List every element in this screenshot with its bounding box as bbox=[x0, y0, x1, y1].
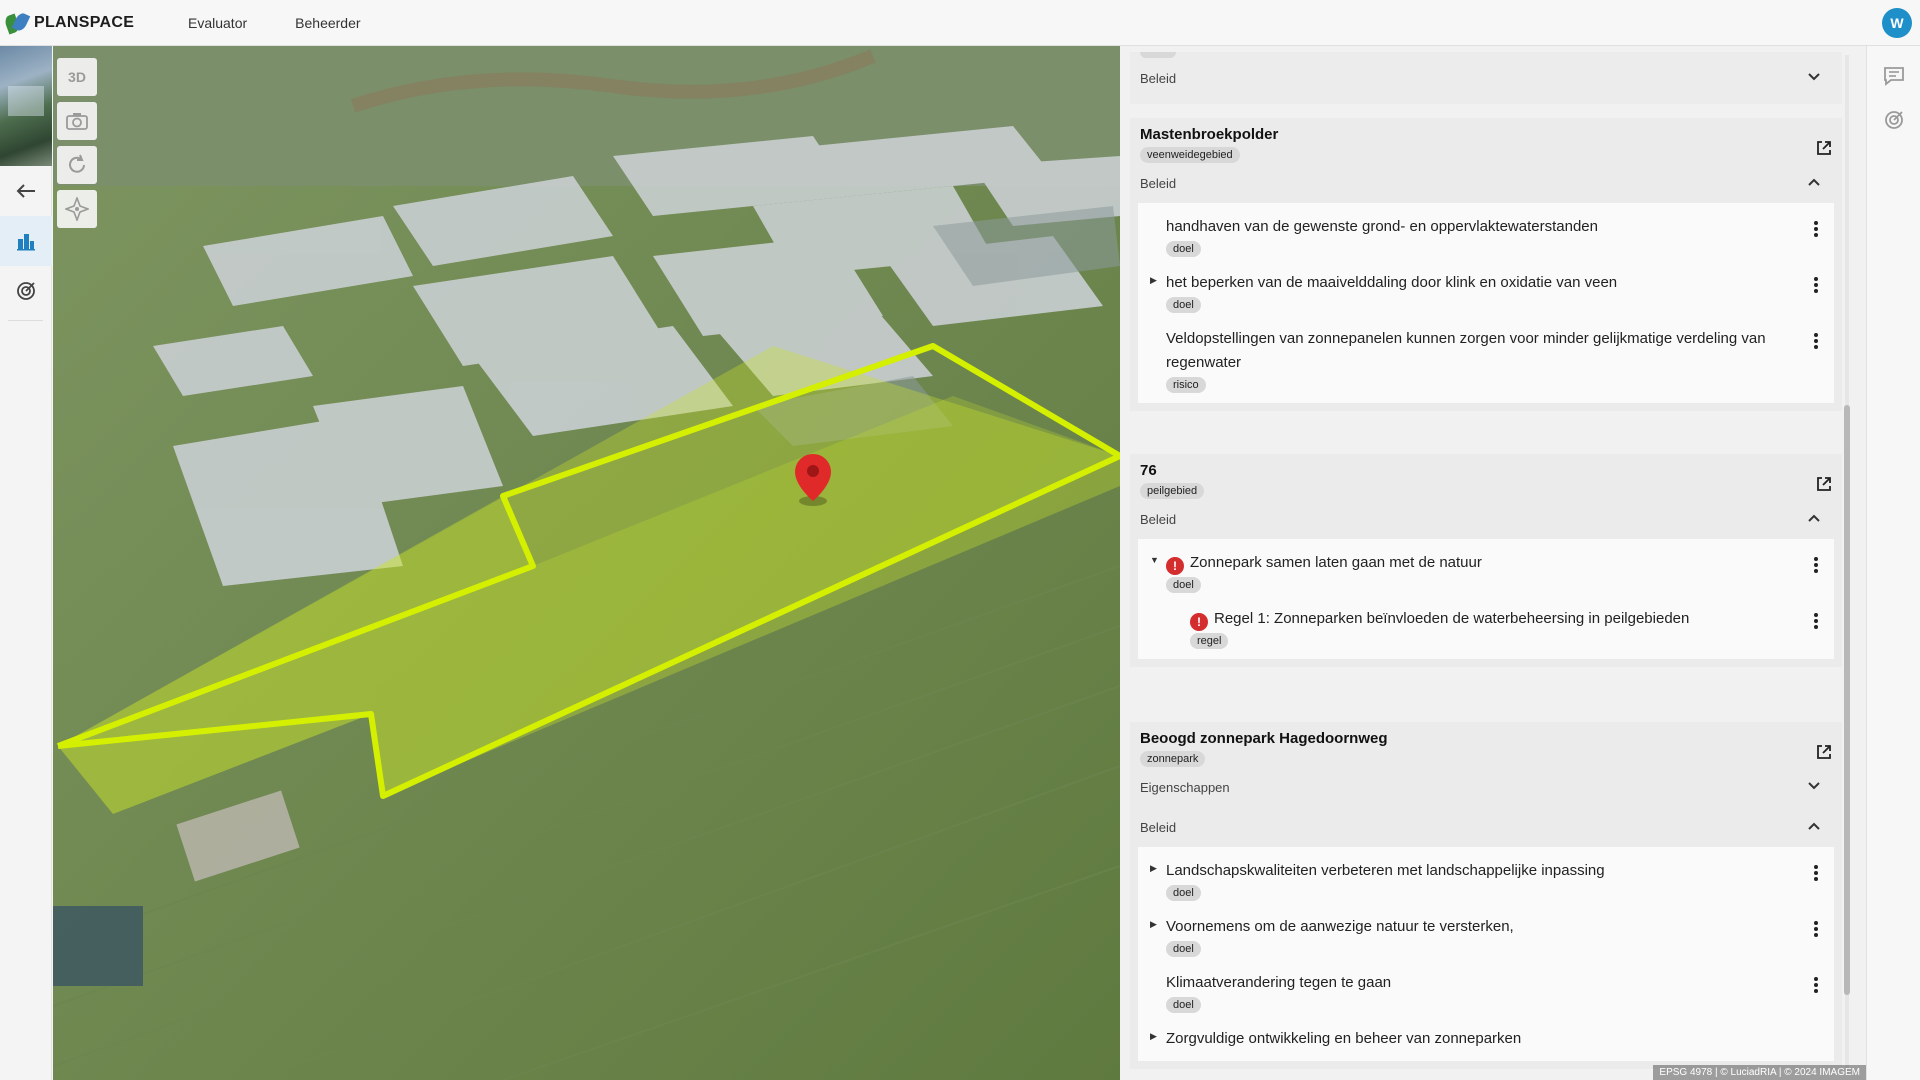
left-rail bbox=[0, 46, 52, 1080]
policy-list: handhaven van de gewenste grond- en oppe… bbox=[1138, 203, 1834, 403]
info-panel: Beleid Mastenbroekpolder veenweidegebied… bbox=[1120, 46, 1866, 1080]
chevron-up-icon[interactable] bbox=[1808, 511, 1820, 525]
chevron-down-icon[interactable] bbox=[1808, 70, 1820, 84]
item-text: Regel 1: Zonneparken beïnvloeden de wate… bbox=[1214, 610, 1690, 627]
buildings-icon[interactable] bbox=[0, 216, 52, 266]
item-tag: doel bbox=[1166, 297, 1201, 313]
warning-icon: ! bbox=[1190, 613, 1208, 631]
project-thumbnail[interactable] bbox=[0, 46, 52, 166]
item-text: handhaven van de gewenste grond- en oppe… bbox=[1166, 218, 1598, 235]
policy-list: ▼ ! Zonnepark samen laten gaan met de nat… bbox=[1138, 539, 1834, 659]
top-bar: PLANSPACE Evaluator Beheerder W bbox=[0, 0, 1920, 46]
rail-divider bbox=[8, 320, 43, 321]
open-external-icon[interactable] bbox=[1816, 476, 1832, 492]
open-external-icon[interactable] bbox=[1816, 140, 1832, 156]
card-peilgebied-76: 76 peilgebied Beleid ▼ ! Zonnepark samen … bbox=[1130, 454, 1842, 667]
category-tag: veenweidegebied bbox=[1140, 147, 1240, 163]
compass-icon[interactable] bbox=[57, 190, 97, 228]
section-beleid-collapsed[interactable]: Beleid bbox=[1130, 58, 1842, 98]
section-label: Beleid bbox=[1140, 70, 1177, 86]
more-options-icon[interactable] bbox=[1814, 221, 1818, 237]
card-previous: Beleid bbox=[1130, 52, 1842, 104]
policy-list: ▶ Landschapskwaliteiten verbeteren met l… bbox=[1138, 847, 1834, 1061]
list-item[interactable]: Klimaatverandering tegen te gaan doel bbox=[1138, 963, 1834, 1019]
item-text: Zonnepark samen laten gaan met de natuur bbox=[1190, 554, 1482, 571]
category-tag: zonnepark bbox=[1140, 751, 1206, 767]
item-tag: doel bbox=[1166, 885, 1201, 901]
target-check-icon[interactable] bbox=[1867, 98, 1920, 142]
caret-right-icon[interactable]: ▶ bbox=[1150, 863, 1157, 874]
item-tag: doel bbox=[1166, 997, 1201, 1013]
scrollbar-thumb[interactable] bbox=[1844, 405, 1850, 995]
panel-scrollbar[interactable] bbox=[1842, 55, 1852, 1075]
aerial-map[interactable] bbox=[53, 46, 1120, 1080]
nav-evaluator[interactable]: Evaluator bbox=[172, 0, 263, 46]
section-eigenschappen[interactable]: Eigenschappen bbox=[1130, 767, 1842, 807]
more-options-icon[interactable] bbox=[1814, 557, 1818, 573]
card-title: 76 bbox=[1140, 462, 1157, 479]
camera-icon[interactable] bbox=[57, 102, 97, 140]
nav-beheerder[interactable]: Beheerder bbox=[279, 0, 376, 46]
more-options-icon[interactable] bbox=[1814, 921, 1818, 937]
item-tag: doel bbox=[1166, 941, 1201, 957]
item-text: Veldopstellingen van zonnepanelen kunnen… bbox=[1166, 330, 1766, 371]
list-item[interactable]: ▶ Landschapskwaliteiten verbeteren met l… bbox=[1138, 851, 1834, 907]
section-label: Beleid bbox=[1140, 175, 1177, 191]
3d-toggle-button[interactable]: 3D bbox=[57, 58, 97, 96]
item-text: het beperken van de maaivelddaling door … bbox=[1166, 274, 1618, 291]
list-item[interactable]: ▼ ! Zonnepark samen laten gaan met de nat… bbox=[1138, 543, 1834, 599]
logo-text: PLANSPACE bbox=[34, 13, 135, 31]
section-beleid[interactable]: Beleid bbox=[1130, 163, 1842, 203]
comment-icon[interactable] bbox=[1867, 54, 1920, 98]
item-tag: doel bbox=[1166, 241, 1201, 257]
more-options-icon[interactable] bbox=[1814, 977, 1818, 993]
open-external-icon[interactable] bbox=[1816, 744, 1832, 760]
list-item[interactable]: handhaven van de gewenste grond- en oppe… bbox=[1138, 207, 1834, 263]
section-beleid[interactable]: Beleid bbox=[1130, 807, 1842, 847]
section-label: Beleid bbox=[1140, 511, 1177, 527]
more-options-icon[interactable] bbox=[1814, 865, 1818, 881]
rotate-icon[interactable] bbox=[57, 146, 97, 184]
section-beleid[interactable]: Beleid bbox=[1130, 499, 1842, 539]
caret-down-icon[interactable]: ▼ bbox=[1150, 555, 1159, 565]
back-arrow-icon[interactable] bbox=[0, 166, 52, 216]
list-item-nested[interactable]: ! Regel 1: Zonneparken beïnvloeden de wat… bbox=[1138, 599, 1834, 655]
section-label: Eigenschappen bbox=[1140, 779, 1230, 795]
user-avatar[interactable]: W bbox=[1882, 8, 1912, 38]
right-rail bbox=[1866, 46, 1920, 1080]
item-tag: regel bbox=[1190, 633, 1229, 649]
caret-right-icon[interactable]: ▶ bbox=[1150, 275, 1157, 286]
chevron-up-icon[interactable] bbox=[1808, 819, 1820, 833]
caret-right-icon[interactable]: ▶ bbox=[1150, 1031, 1157, 1042]
caret-right-icon[interactable]: ▶ bbox=[1150, 919, 1157, 930]
item-text: Klimaatverandering tegen te gaan bbox=[1166, 974, 1392, 991]
item-tag: doel bbox=[1166, 577, 1201, 593]
more-options-icon[interactable] bbox=[1814, 277, 1818, 293]
more-options-icon[interactable] bbox=[1814, 333, 1818, 349]
category-tag: peilgebied bbox=[1140, 483, 1205, 499]
item-text: Zorgvuldige ontwikkeling en beheer van z… bbox=[1166, 1030, 1522, 1047]
item-text: Voornemens om de aanwezige natuur te ver… bbox=[1166, 918, 1514, 935]
list-item[interactable]: ▶ het beperken van de maaivelddaling doo… bbox=[1138, 263, 1834, 319]
item-tag: risico bbox=[1166, 377, 1206, 393]
section-label: Beleid bbox=[1140, 819, 1177, 835]
map-view[interactable]: 3D bbox=[53, 46, 1120, 1080]
warning-icon: ! bbox=[1166, 557, 1184, 575]
card-mastenbroekpolder: Mastenbroekpolder veenweidegebied Beleid… bbox=[1130, 118, 1842, 411]
card-title: Mastenbroekpolder bbox=[1140, 126, 1279, 143]
chevron-up-icon[interactable] bbox=[1808, 175, 1820, 189]
more-options-icon[interactable] bbox=[1814, 613, 1818, 629]
app-logo[interactable]: PLANSPACE bbox=[3, 10, 156, 35]
card-zonnepark-hagedoornweg: Beoogd zonnepark Hagedoornweg zonnepark … bbox=[1130, 722, 1842, 1069]
list-item[interactable]: ▶ Voornemens om de aanwezige natuur te v… bbox=[1138, 907, 1834, 963]
chevron-down-icon[interactable] bbox=[1808, 779, 1820, 793]
target-check-icon[interactable] bbox=[0, 266, 52, 316]
list-item[interactable]: Veldopstellingen van zonnepanelen kunnen… bbox=[1138, 319, 1834, 399]
logo-icon bbox=[3, 10, 31, 35]
item-text: Landschapskwaliteiten verbeteren met lan… bbox=[1166, 862, 1605, 879]
list-item[interactable]: ▶ Zorgvuldige ontwikkeling en beheer van… bbox=[1138, 1019, 1834, 1057]
card-title: Beoogd zonnepark Hagedoornweg bbox=[1140, 730, 1388, 747]
map-attribution: EPSG 4978 | © LuciadRIA | © 2024 IMAGEM bbox=[1653, 1065, 1866, 1080]
map-toolbar: 3D bbox=[57, 58, 97, 228]
